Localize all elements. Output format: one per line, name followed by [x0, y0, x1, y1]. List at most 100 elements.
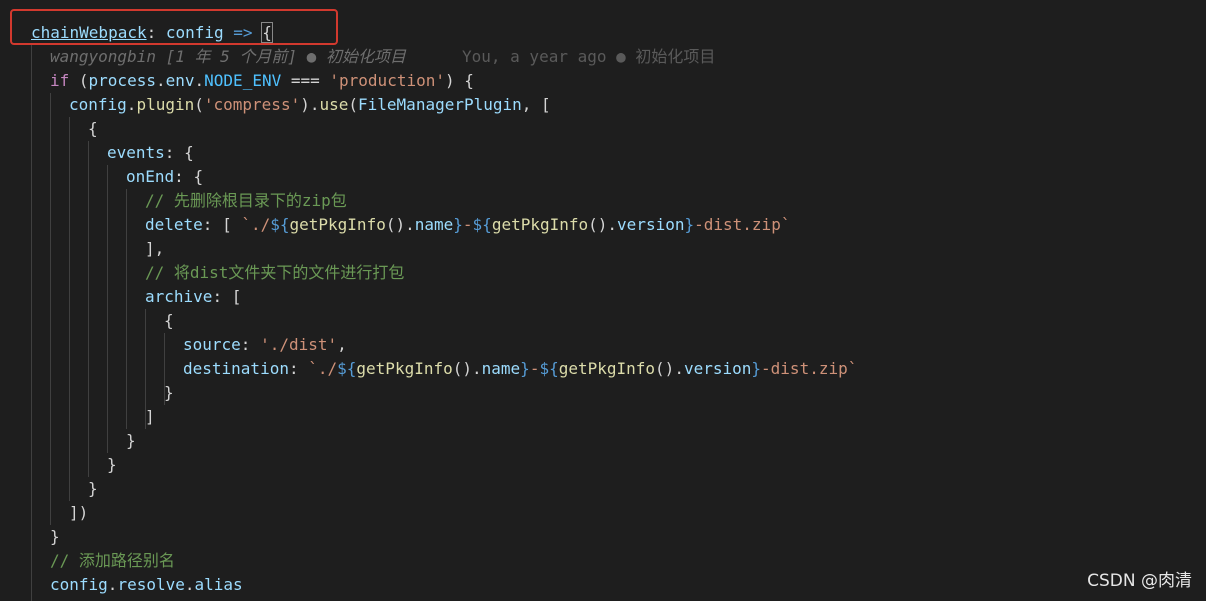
token-string: 'production': [329, 71, 445, 90]
code-line-7[interactable]: onEnd: {: [126, 165, 203, 189]
code-line-24[interactable]: config.resolve.alias: [50, 573, 243, 597]
code-line-20[interactable]: }: [88, 477, 98, 501]
token-bracket: ]): [69, 503, 88, 522]
token-brace: }: [50, 527, 60, 546]
token-brace: }: [164, 383, 174, 402]
token-brace: }: [126, 431, 136, 450]
token-punctuation: : [: [212, 287, 241, 306]
token-punctuation: .: [185, 575, 195, 594]
token-property: name: [482, 359, 521, 378]
token-punctuation: .: [156, 71, 166, 90]
code-line-17[interactable]: ]: [145, 405, 155, 429]
token-template-close: }: [453, 215, 463, 234]
token-function: plugin: [136, 95, 194, 114]
token-function: use: [319, 95, 348, 114]
indent-guide: [126, 189, 127, 429]
token-brace: {: [164, 311, 174, 330]
token-punctuation: ().: [655, 359, 684, 378]
code-line-22[interactable]: }: [50, 525, 60, 549]
token-variable: env: [166, 71, 195, 90]
token-bracket: ]: [145, 407, 155, 426]
token-property: archive: [145, 287, 212, 306]
token-punctuation: (: [194, 95, 204, 114]
token-punctuation: : [: [203, 215, 242, 234]
token-variable: config: [50, 575, 108, 594]
token-brace: }: [107, 455, 117, 474]
code-line-21[interactable]: ]): [69, 501, 88, 525]
token-punctuation: : {: [165, 143, 194, 162]
token-function: getPkgInfo: [559, 359, 655, 378]
token-comment: // 先删除根目录下的zip包: [145, 191, 347, 210]
indent-guide: [107, 165, 108, 453]
code-line-9[interactable]: delete: [ `./${getPkgInfo().name}-${getP…: [145, 213, 790, 237]
code-line-18[interactable]: }: [126, 429, 136, 453]
token-function: getPkgInfo: [290, 215, 386, 234]
token-punctuation: .: [195, 71, 205, 90]
token-punctuation: : {: [174, 167, 203, 186]
code-line-15[interactable]: destination: `./${getPkgInfo().name}-${g…: [183, 357, 857, 381]
token-template-close: }: [684, 215, 694, 234]
token-property: name: [415, 215, 454, 234]
token-template-close: }: [520, 359, 530, 378]
code-line-10[interactable]: ],: [145, 237, 164, 261]
highlight-annotation-box: [10, 9, 338, 45]
token-punctuation: ,: [337, 335, 347, 354]
token-punctuation: ],: [145, 239, 164, 258]
token-brace: }: [88, 479, 98, 498]
code-line-23[interactable]: // 添加路径别名: [50, 549, 175, 573]
git-blame-inline: wangyongbin [1 年 5 个月前] ● 初始化项目: [50, 47, 406, 66]
code-line-6[interactable]: events: {: [107, 141, 194, 165]
token-string: 'compress': [204, 95, 300, 114]
token-template-open: ${: [473, 215, 492, 234]
token-comment: // 将dist文件夹下的文件进行打包: [145, 263, 404, 282]
token-property: onEnd: [126, 167, 174, 186]
token-punctuation: , [: [522, 95, 551, 114]
token-punctuation: :: [241, 335, 260, 354]
code-line-3[interactable]: if (process.env.NODE_ENV === 'production…: [50, 69, 474, 93]
token-punctuation: ) {: [445, 71, 474, 90]
token-property: events: [107, 143, 165, 162]
code-line-14[interactable]: source: './dist',: [183, 333, 347, 357]
token-punctuation: (: [348, 95, 358, 114]
code-line-19[interactable]: }: [107, 453, 117, 477]
watermark: CSDN @肉清: [1087, 566, 1192, 591]
token-punctuation: .: [127, 95, 137, 114]
token-property: version: [617, 215, 684, 234]
code-line-12[interactable]: archive: [: [145, 285, 241, 309]
token-punctuation: ).: [300, 95, 319, 114]
token-template-open: ${: [337, 359, 356, 378]
token-property: resolve: [117, 575, 184, 594]
git-lens-annotation: You, a year ago ● 初始化项目: [462, 47, 715, 66]
indent-guide: [31, 45, 32, 601]
code-line-8[interactable]: // 先删除根目录下的zip包: [145, 189, 347, 213]
token-punctuation: (: [69, 71, 88, 90]
code-editor[interactable]: chainWebpack: config => { wangyongbin [1…: [0, 0, 1206, 601]
token-variable: FileManagerPlugin: [358, 95, 522, 114]
token-function: getPkgInfo: [356, 359, 452, 378]
token-template-open: ${: [539, 359, 558, 378]
token-property: delete: [145, 215, 203, 234]
code-line-11[interactable]: // 将dist文件夹下的文件进行打包: [145, 261, 404, 285]
token-template-string: -dist.zip`: [694, 215, 790, 234]
token-template-open: ${: [270, 215, 289, 234]
token-punctuation: ().: [386, 215, 415, 234]
code-line-13[interactable]: {: [164, 309, 174, 333]
token-property: version: [684, 359, 751, 378]
token-function: getPkgInfo: [492, 215, 588, 234]
token-punctuation: :: [289, 359, 308, 378]
token-variable: config: [69, 95, 127, 114]
token-template-string: `./: [308, 359, 337, 378]
code-line-2-blame: wangyongbin [1 年 5 个月前] ● 初始化项目: [50, 45, 406, 69]
token-template-string: -: [463, 215, 473, 234]
token-punctuation: .: [108, 575, 118, 594]
code-line-2-blame-current: You, a year ago ● 初始化项目: [462, 45, 715, 69]
token-operator: ===: [281, 71, 329, 90]
token-template-string: `./: [241, 215, 270, 234]
token-template-string: -: [530, 359, 540, 378]
code-line-16[interactable]: }: [164, 381, 174, 405]
token-punctuation: ().: [588, 215, 617, 234]
code-line-4[interactable]: config.plugin('compress').use(FileManage…: [69, 93, 551, 117]
token-punctuation: ().: [453, 359, 482, 378]
code-line-5[interactable]: {: [88, 117, 98, 141]
token-template-string: -dist.zip`: [761, 359, 857, 378]
